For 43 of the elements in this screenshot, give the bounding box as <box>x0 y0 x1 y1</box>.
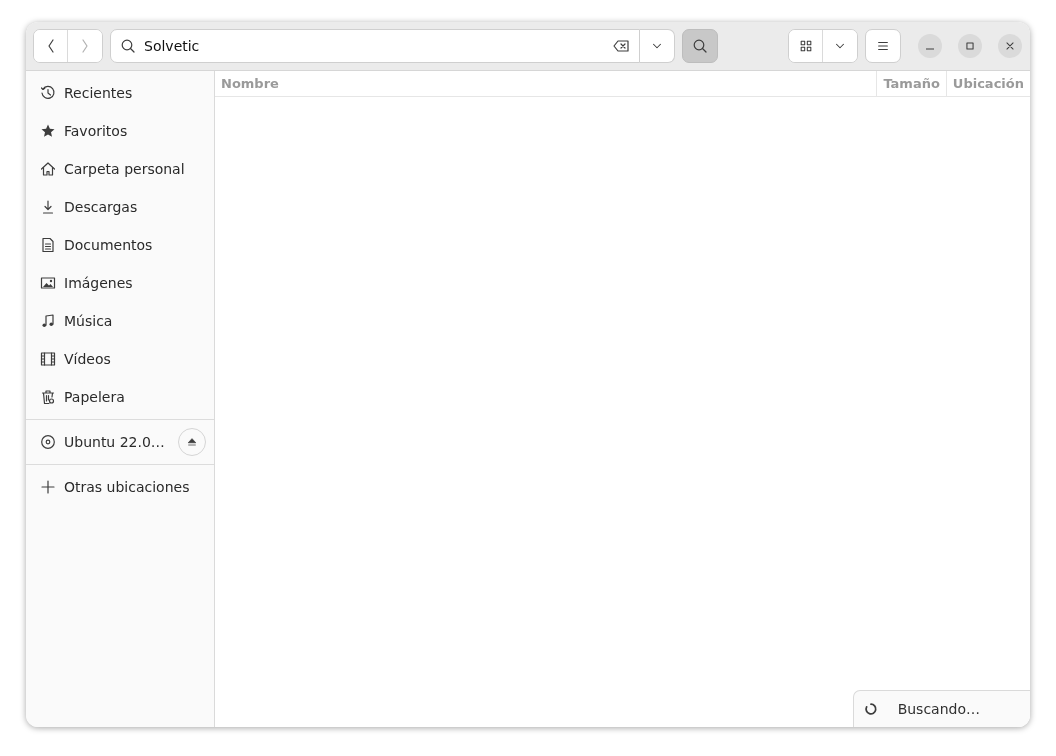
sidebar-item[interactable]: Otras ubicaciones <box>26 468 214 506</box>
grid-icon <box>798 39 813 53</box>
search-options-button[interactable] <box>640 29 675 63</box>
trash-icon <box>40 389 56 405</box>
clock-icon <box>40 85 56 101</box>
disc-icon <box>40 434 56 450</box>
document-icon <box>40 237 56 253</box>
close-icon <box>1003 39 1017 53</box>
search-button[interactable] <box>682 29 718 63</box>
house-icon <box>40 161 56 177</box>
sidebar-item[interactable]: Música <box>26 302 214 340</box>
sidebar-item[interactable]: Descargas <box>26 188 214 226</box>
clear-button[interactable] <box>612 38 630 54</box>
maximize-icon <box>963 39 977 53</box>
grid-view-button[interactable] <box>789 30 823 62</box>
image-icon <box>40 275 56 291</box>
sidebar-item[interactable]: Carpeta personal <box>26 150 214 188</box>
search-icon <box>692 38 708 54</box>
download-icon <box>40 199 56 215</box>
back-button[interactable] <box>34 30 68 62</box>
film-icon <box>40 351 56 367</box>
minimize-button[interactable] <box>918 34 942 58</box>
search-field[interactable]: Solvetic <box>110 29 640 63</box>
sidebar-item[interactable]: Vídeos <box>26 340 214 378</box>
menu-button[interactable] <box>865 29 901 63</box>
backspace-icon <box>612 38 630 54</box>
sidebar-item[interactable]: Ubuntu 22.0… <box>26 423 214 461</box>
close-button[interactable] <box>998 34 1022 58</box>
sidebar-item[interactable]: Papelera <box>26 378 214 416</box>
menu-icon <box>876 39 890 53</box>
eject-button[interactable] <box>178 428 206 456</box>
sidebar-item[interactable]: Documentos <box>26 226 214 264</box>
music-note-icon <box>40 313 56 329</box>
minimize-icon <box>926 48 934 50</box>
sidebar-item[interactable]: Favoritos <box>26 112 214 150</box>
status-text: Buscando… <box>897 701 980 717</box>
eject-icon <box>186 436 198 448</box>
star-icon <box>40 123 56 139</box>
plus-icon <box>40 479 56 495</box>
spinner-icon <box>863 702 878 716</box>
sidebar-item[interactable]: Recientes <box>26 74 214 112</box>
maximize-button[interactable] <box>958 34 982 58</box>
sidebar-item[interactable]: Imágenes <box>26 264 214 302</box>
